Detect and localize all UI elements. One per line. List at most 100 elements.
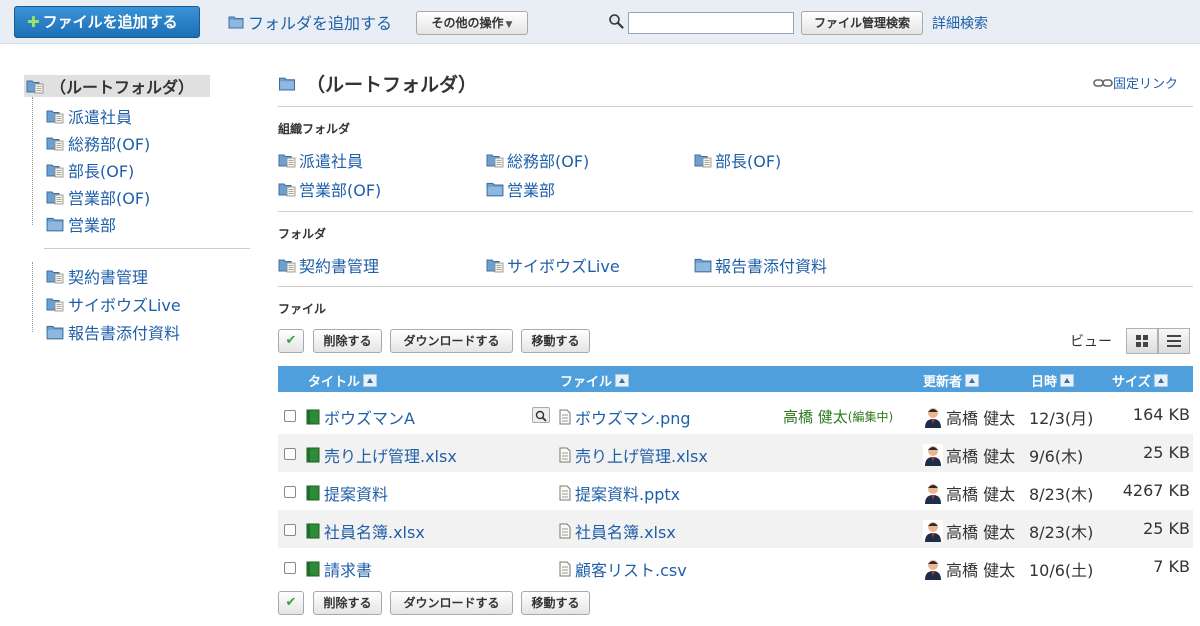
move-button[interactable]: 移動する (521, 329, 590, 353)
row-checkbox[interactable] (284, 486, 296, 498)
row-checkbox[interactable] (284, 410, 296, 422)
download-button[interactable]: ダウンロードする (390, 329, 513, 353)
file-name-link[interactable]: 社員名簿.xlsx (558, 519, 676, 543)
sidebar-item-eigyo-of[interactable]: 営業部(OF) (46, 185, 150, 209)
org-folder-icon (46, 296, 64, 312)
download-button[interactable]: ダウンロードする (390, 591, 513, 615)
column-title[interactable]: タイトル (308, 371, 378, 390)
sort-asc-icon[interactable] (615, 374, 630, 387)
updater[interactable]: 高橋 健太 (923, 557, 1015, 581)
file-search-button[interactable]: ファイル管理検索 (801, 11, 923, 35)
other-actions-dropdown[interactable]: その他の操作 ▼ (416, 11, 528, 35)
add-folder-link[interactable]: フォルダを追加する (228, 10, 392, 34)
org-folder-icon (26, 78, 44, 94)
row-checkbox[interactable] (284, 448, 296, 460)
row-checkbox[interactable] (284, 562, 296, 574)
file-name-link[interactable]: 売り上げ管理.xlsx (558, 443, 708, 467)
sidebar-item-somu[interactable]: 総務部(OF) (46, 131, 150, 155)
sidebar-item-haken[interactable]: 派遣社員 (46, 104, 132, 128)
book-icon (305, 447, 321, 463)
org-folder-eigyo[interactable]: 営業部 (486, 177, 555, 201)
move-button[interactable]: 移動する (521, 591, 590, 615)
add-file-button[interactable]: ✚ ファイルを追加する (14, 6, 200, 38)
sidebar-item-hokokusho[interactable]: 報告書添付資料 (46, 320, 180, 344)
files-heading: ファイル (278, 302, 327, 316)
file-title-link[interactable]: ボウズマンA (305, 405, 415, 429)
document-icon (558, 485, 572, 501)
org-folder-eigyo-of[interactable]: 営業部(OF) (278, 177, 381, 201)
sidebar-item-eigyo[interactable]: 営業部 (46, 212, 116, 236)
advanced-search-link[interactable]: 詳細検索 (932, 13, 988, 33)
table-row: 社員名簿.xlsx 社員名簿.xlsx 高橋 健太 8/23(木) 25 KB (278, 510, 1193, 548)
org-folder-icon (486, 152, 504, 168)
table-row: 提案資料 提案資料.pptx 高橋 健太 8/23(木) 4267 KB (278, 472, 1193, 510)
file-table-header: タイトル ファイル 更新者 日時 サイズ (278, 366, 1193, 392)
folder-icon (46, 216, 64, 232)
updater[interactable]: 高橋 健太 (923, 405, 1015, 429)
column-updater[interactable]: 更新者 (923, 371, 980, 390)
divider (278, 286, 1193, 287)
divider (278, 106, 1193, 107)
file-size: 164 KB (1132, 405, 1190, 424)
org-folder-icon (46, 268, 64, 284)
book-icon (305, 485, 321, 501)
file-size: 25 KB (1143, 443, 1190, 462)
document-icon (558, 523, 572, 539)
date: 10/6(土) (1029, 561, 1094, 580)
org-folder-icon (278, 257, 296, 273)
grid-view-icon[interactable] (1126, 328, 1158, 354)
folder-cybozu-live[interactable]: サイボウズLive (486, 253, 620, 277)
sidebar-item-keiyaku[interactable]: 契約書管理 (46, 264, 148, 288)
org-folder-icon (278, 152, 296, 168)
avatar (923, 444, 943, 466)
column-file[interactable]: ファイル (560, 371, 630, 390)
updater[interactable]: 高橋 健太 (923, 481, 1015, 505)
org-folder-bucho[interactable]: 部長(OF) (694, 148, 781, 172)
sort-asc-icon[interactable] (363, 374, 378, 387)
column-size[interactable]: サイズ (1112, 371, 1168, 390)
org-folder-icon (46, 189, 64, 205)
sidebar-root-folder[interactable]: （ルートフォルダ） (24, 75, 210, 97)
chevron-down-icon: ▼ (505, 20, 513, 30)
org-folder-icon (278, 181, 296, 197)
org-folder-haken[interactable]: 派遣社員 (278, 148, 363, 172)
view-label: ビュー (1070, 334, 1112, 350)
search-input[interactable] (628, 12, 794, 34)
file-name-link[interactable]: 顧客リスト.csv (558, 557, 687, 581)
select-all-checkmark-button[interactable]: ✔ (278, 591, 304, 615)
file-title-link[interactable]: 請求書 (305, 557, 372, 581)
delete-button[interactable]: 削除する (313, 591, 382, 615)
file-name-link[interactable]: ボウズマン.png (558, 405, 691, 429)
sort-asc-icon[interactable] (965, 374, 980, 387)
date: 8/23(木) (1029, 523, 1094, 542)
list-view-icon[interactable] (1158, 328, 1190, 354)
folder-keiyaku[interactable]: 契約書管理 (278, 253, 379, 277)
folder-icon (228, 15, 244, 29)
file-name-link[interactable]: 提案資料.pptx (558, 481, 680, 505)
table-row: 売り上げ管理.xlsx 売り上げ管理.xlsx 高橋 健太 9/6(木) 25 … (278, 434, 1193, 472)
file-size: 7 KB (1153, 557, 1190, 576)
sort-asc-icon[interactable] (1153, 374, 1168, 387)
org-folder-icon (694, 152, 712, 168)
file-title-link[interactable]: 社員名簿.xlsx (305, 519, 425, 543)
file-title-link[interactable]: 提案資料 (305, 481, 388, 505)
org-folder-icon (46, 108, 64, 124)
magnifier-preview-icon[interactable] (532, 407, 550, 423)
column-date[interactable]: 日時 (1031, 371, 1075, 390)
select-all-checkmark-button[interactable]: ✔ (278, 329, 304, 353)
folder-hokokusho[interactable]: 報告書添付資料 (694, 253, 827, 277)
sidebar-item-bucho[interactable]: 部長(OF) (46, 158, 134, 182)
file-title-link[interactable]: 売り上げ管理.xlsx (305, 443, 457, 467)
sidebar-item-cybozu-live[interactable]: サイボウズLive (46, 292, 181, 316)
row-checkbox[interactable] (284, 524, 296, 536)
sort-asc-icon[interactable] (1060, 374, 1075, 387)
delete-button[interactable]: 削除する (313, 329, 382, 353)
updater[interactable]: 高橋 健太 (923, 519, 1015, 543)
org-folders-heading: 組織フォルダ (278, 122, 351, 136)
top-toolbar: ✚ ファイルを追加する フォルダを追加する その他の操作 ▼ ファイル管理検索 詳細… (0, 0, 1200, 44)
date: 9/6(木) (1029, 447, 1084, 466)
org-folder-somu[interactable]: 総務部(OF) (486, 148, 589, 172)
org-folder-icon (46, 135, 64, 151)
permalink-link[interactable]: 固定リンク (1093, 73, 1178, 92)
updater[interactable]: 高橋 健太 (923, 443, 1015, 467)
